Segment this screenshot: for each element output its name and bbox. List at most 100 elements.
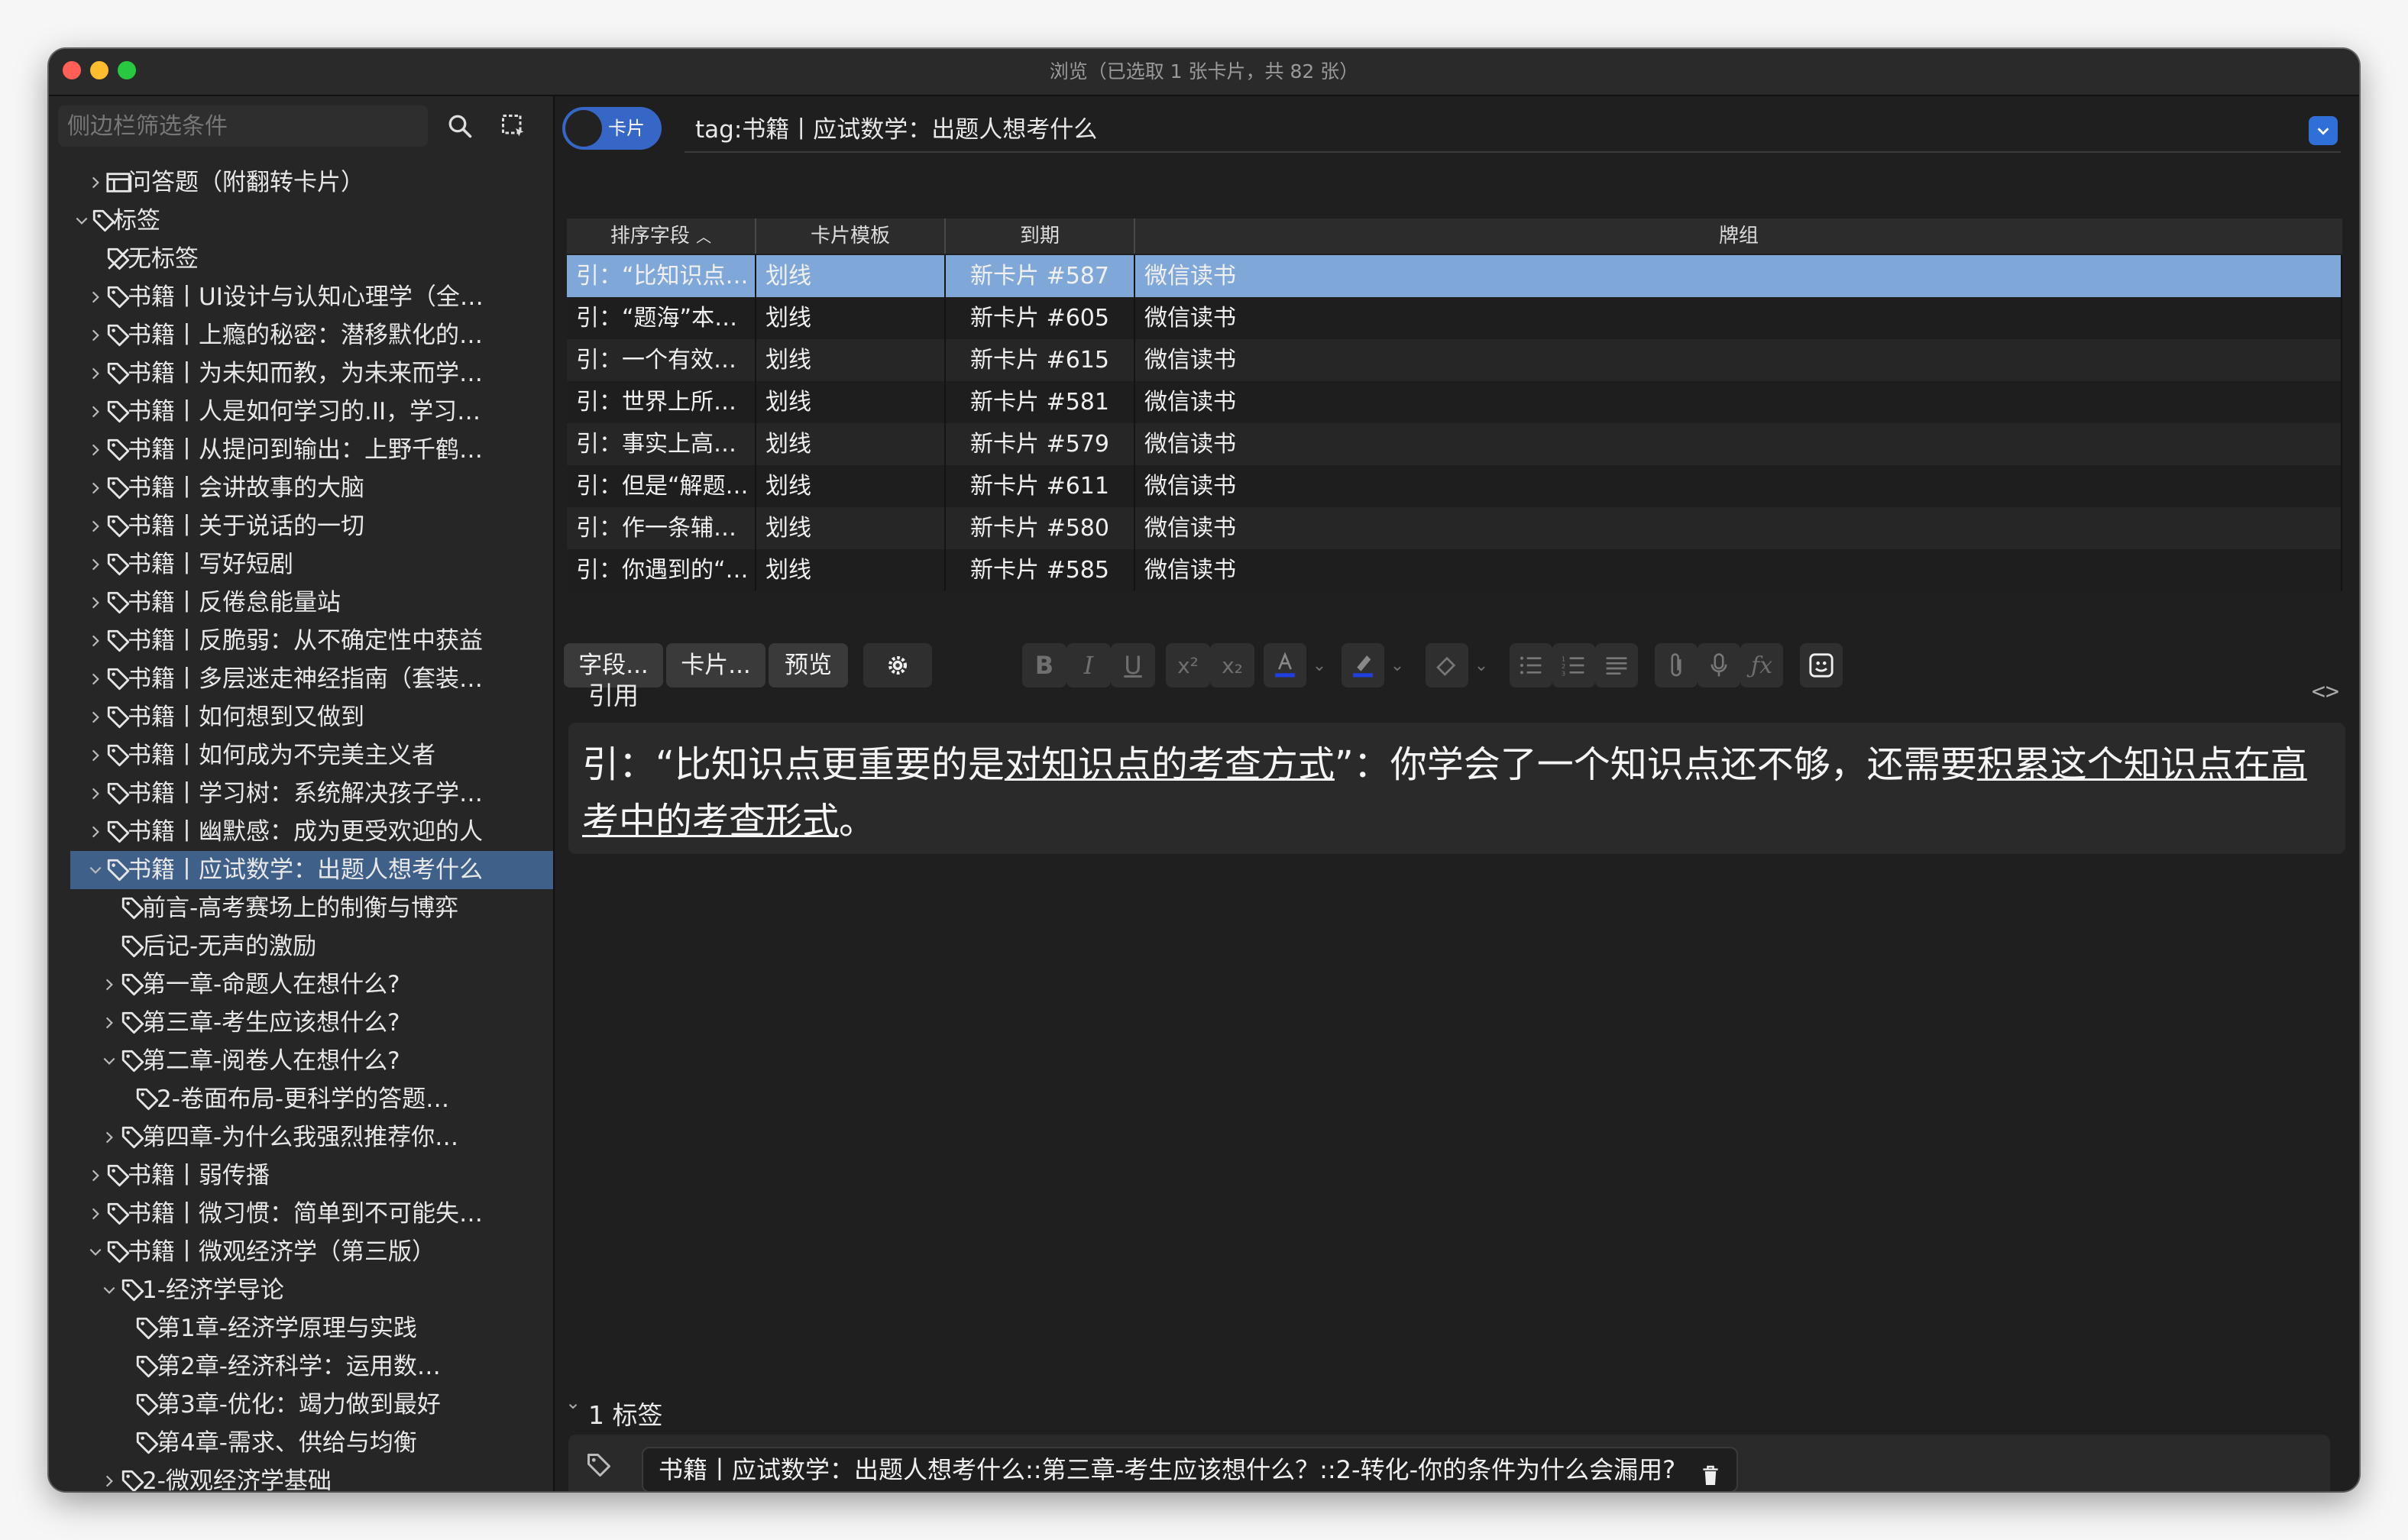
paperclip-icon[interactable] xyxy=(1655,643,1698,688)
chevron-right-icon[interactable] xyxy=(84,775,107,813)
sidebar-tree-item[interactable]: 第一章-命题人在想什么? xyxy=(49,966,553,1004)
sidebar-tree-item[interactable]: 第二章-阅卷人在想什么? xyxy=(49,1042,553,1080)
cards-notes-toggle[interactable]: 卡片 xyxy=(562,107,662,150)
chevron-down-icon[interactable] xyxy=(84,1233,107,1271)
sidebar-tree-item[interactable]: 书籍丨人是如何学习的.II，学习… xyxy=(49,393,553,431)
gear-icon[interactable] xyxy=(863,643,932,688)
search-query-field[interactable]: tag:书籍丨应试数学：出题人想考什么 xyxy=(685,108,2341,153)
underline-icon[interactable]: U xyxy=(1111,643,1155,688)
sidebar-tree-item[interactable]: 1-经济学导论 xyxy=(49,1271,553,1309)
table-row[interactable]: 引：你遇到的“… 划线 新卡片 #585 微信读书 xyxy=(567,549,2342,591)
cards-button[interactable]: 卡片... xyxy=(666,643,765,688)
sidebar-tree-item[interactable]: 无标签 xyxy=(49,240,553,278)
chevron-right-icon[interactable] xyxy=(84,813,107,851)
sidebar-tree-item[interactable]: 2-卷面布局-更科学的答题… xyxy=(49,1080,553,1118)
quote-field-text[interactable]: 引：“比知识点更重要的是对知识点的考查方式”：你学会了一个知识点还不够，还需要积… xyxy=(582,736,2335,849)
table-row[interactable]: 引：事实上高… 划线 新卡片 #579 微信读书 xyxy=(567,423,2342,465)
sidebar-tree-item[interactable]: 第三章-考生应该想什么? xyxy=(49,1004,553,1042)
sidebar-tree-item[interactable]: 书籍丨关于说话的一切 xyxy=(49,507,553,545)
sidebar-tree-item[interactable]: 2-微观经济学基础 xyxy=(49,1462,553,1491)
sidebar-tree-item[interactable]: 书籍丨幽默感：成为更受欢迎的人 xyxy=(49,813,553,851)
sidebar-tree-item[interactable]: 第3章-优化：竭力做到最好 xyxy=(49,1386,553,1424)
chevron-right-icon[interactable] xyxy=(84,278,107,316)
collapse-tags-toggle[interactable]: ⌄ xyxy=(565,1392,581,1413)
sidebar-tree-item[interactable]: 书籍丨从提问到输出：上野千鹤… xyxy=(49,431,553,469)
sidebar-tree-item[interactable]: 书籍丨学习树：系统解决孩子学… xyxy=(49,775,553,813)
chevron-right-icon[interactable] xyxy=(98,1462,121,1491)
chevron-right-icon[interactable] xyxy=(84,622,107,660)
table-row[interactable]: 引：一个有效… 划线 新卡片 #615 微信读书 xyxy=(567,339,2342,381)
chevron-right-icon[interactable] xyxy=(84,660,107,698)
chevron-down-icon[interactable]: ⌄ xyxy=(1306,643,1332,688)
sidebar-tree-item[interactable]: 书籍丨写好短剧 xyxy=(49,545,553,584)
sidebar-tree-item[interactable]: 前言-高考赛场上的制衡与博弈 xyxy=(49,889,553,927)
sidebar-tree-item[interactable]: 第1章-经济学原理与实践 xyxy=(49,1309,553,1348)
table-row[interactable]: 引：“题海”本… 划线 新卡片 #605 微信读书 xyxy=(567,297,2342,339)
chevron-right-icon[interactable] xyxy=(84,393,107,431)
sidebar-tree-item[interactable]: 书籍丨多层迷走神经指南（套装… xyxy=(49,660,553,698)
sidebar-tree-item[interactable]: 书籍丨为未知而教，为未来而学… xyxy=(49,354,553,393)
sidebar-filter-input[interactable] xyxy=(58,105,428,147)
column-header-sort-field[interactable]: 排序字段 ︿ xyxy=(567,218,756,254)
highlight-icon[interactable] xyxy=(1342,643,1384,688)
search-history-dropdown[interactable] xyxy=(2309,116,2338,145)
sidebar-tree-item[interactable]: 问答题（附翻转卡片） xyxy=(49,163,553,202)
sidebar-tree-item[interactable]: 书籍丨微习惯：简单到不可能失… xyxy=(49,1195,553,1233)
sidebar-tree-item[interactable]: 书籍丨会讲故事的大脑 xyxy=(49,469,553,507)
trash-icon[interactable] xyxy=(1701,1458,1720,1491)
chevron-down-icon[interactable] xyxy=(84,851,107,889)
align-icon[interactable] xyxy=(1595,643,1638,688)
sidebar-tree-item[interactable]: 标签 xyxy=(49,202,553,240)
chevron-right-icon[interactable] xyxy=(84,431,107,469)
sidebar-tree-item[interactable]: 书籍丨弱传播 xyxy=(49,1157,553,1195)
column-header-due[interactable]: 到期 xyxy=(946,218,1135,254)
sidebar-tree-item[interactable]: 书籍丨微观经济学（第三版） xyxy=(49,1233,553,1271)
sidebar-tree-item[interactable]: 书籍丨反脆弱：从不确定性中获益 xyxy=(49,622,553,660)
chevron-right-icon[interactable] xyxy=(84,354,107,393)
chevron-right-icon[interactable] xyxy=(84,163,107,202)
ordered-list-icon[interactable]: 123 xyxy=(1552,643,1595,688)
quote-field-editor[interactable]: 引：“比知识点更重要的是对知识点的考查方式”：你学会了一个知识点还不够，还需要积… xyxy=(568,723,2345,854)
sidebar-tree-item[interactable]: 第2章-经济科学：运用数… xyxy=(49,1348,553,1386)
chevron-right-icon[interactable] xyxy=(84,698,107,736)
chevron-right-icon[interactable] xyxy=(84,1195,107,1233)
chevron-right-icon[interactable] xyxy=(84,545,107,584)
chevron-down-icon[interactable] xyxy=(98,1271,121,1309)
sidebar-tree-item[interactable]: 书籍丨如何成为不完美主义者 xyxy=(49,736,553,775)
superscript-icon[interactable]: x² xyxy=(1166,643,1210,688)
chevron-right-icon[interactable] xyxy=(84,1157,107,1195)
chevron-right-icon[interactable] xyxy=(98,1004,121,1042)
select-mode-icon[interactable] xyxy=(492,105,535,147)
table-row[interactable]: 引：世界上所… 划线 新卡片 #581 微信读书 xyxy=(567,381,2342,423)
sidebar-tree-item[interactable]: 书籍丨如何想到又做到 xyxy=(49,698,553,736)
chevron-right-icon[interactable] xyxy=(84,469,107,507)
chevron-right-icon[interactable] xyxy=(84,507,107,545)
eraser-icon[interactable] xyxy=(1426,643,1468,688)
chevron-right-icon[interactable] xyxy=(98,966,121,1004)
sidebar-tree-item[interactable]: 第四章-为什么我强烈推荐你… xyxy=(49,1118,553,1157)
chevron-down-icon[interactable]: ⌄ xyxy=(1384,643,1410,688)
bold-icon[interactable]: B xyxy=(1022,643,1066,688)
unordered-list-icon[interactable] xyxy=(1510,643,1552,688)
chevron-right-icon[interactable] xyxy=(84,316,107,354)
column-header-deck[interactable]: 牌组 xyxy=(1135,218,2342,254)
italic-icon[interactable]: I xyxy=(1066,643,1111,688)
search-icon[interactable] xyxy=(439,105,481,147)
chevron-right-icon[interactable] xyxy=(98,1118,121,1157)
sidebar-tree-item[interactable]: 书籍丨上瘾的秘密：潜移默化的… xyxy=(49,316,553,354)
sidebar-tree-item[interactable]: 第4章-需求、供给与均衡 xyxy=(49,1424,553,1462)
sidebar-tree-item[interactable]: 书籍丨反倦怠能量站 xyxy=(49,584,553,622)
chevron-down-icon[interactable] xyxy=(98,1042,121,1080)
image-occlusion-icon[interactable] xyxy=(1800,643,1843,688)
chevron-right-icon[interactable] xyxy=(84,584,107,622)
tag-pill[interactable]: 书籍丨应试数学：出题人想考什么::第三章-考生应该想什么？::2-转化-你的条件… xyxy=(642,1447,1739,1491)
formula-icon[interactable]: ƒx xyxy=(1740,643,1783,688)
column-header-card-template[interactable]: 卡片模板 xyxy=(756,218,946,254)
tag-editor[interactable]: 书籍丨应试数学：出题人想考什么::第三章-考生应该想什么？::2-转化-你的条件… xyxy=(568,1435,2330,1491)
chevron-down-icon[interactable]: ⌄ xyxy=(1468,643,1494,688)
table-row[interactable]: 引：“比知识点… 划线 新卡片 #587 微信读书 xyxy=(567,255,2342,297)
subscript-icon[interactable]: x₂ xyxy=(1210,643,1254,688)
preview-button[interactable]: 预览 xyxy=(769,643,848,688)
sidebar-tree-item[interactable]: 后记-无声的激励 xyxy=(49,927,553,966)
html-editor-toggle-icon[interactable]: <> xyxy=(2312,678,2339,705)
